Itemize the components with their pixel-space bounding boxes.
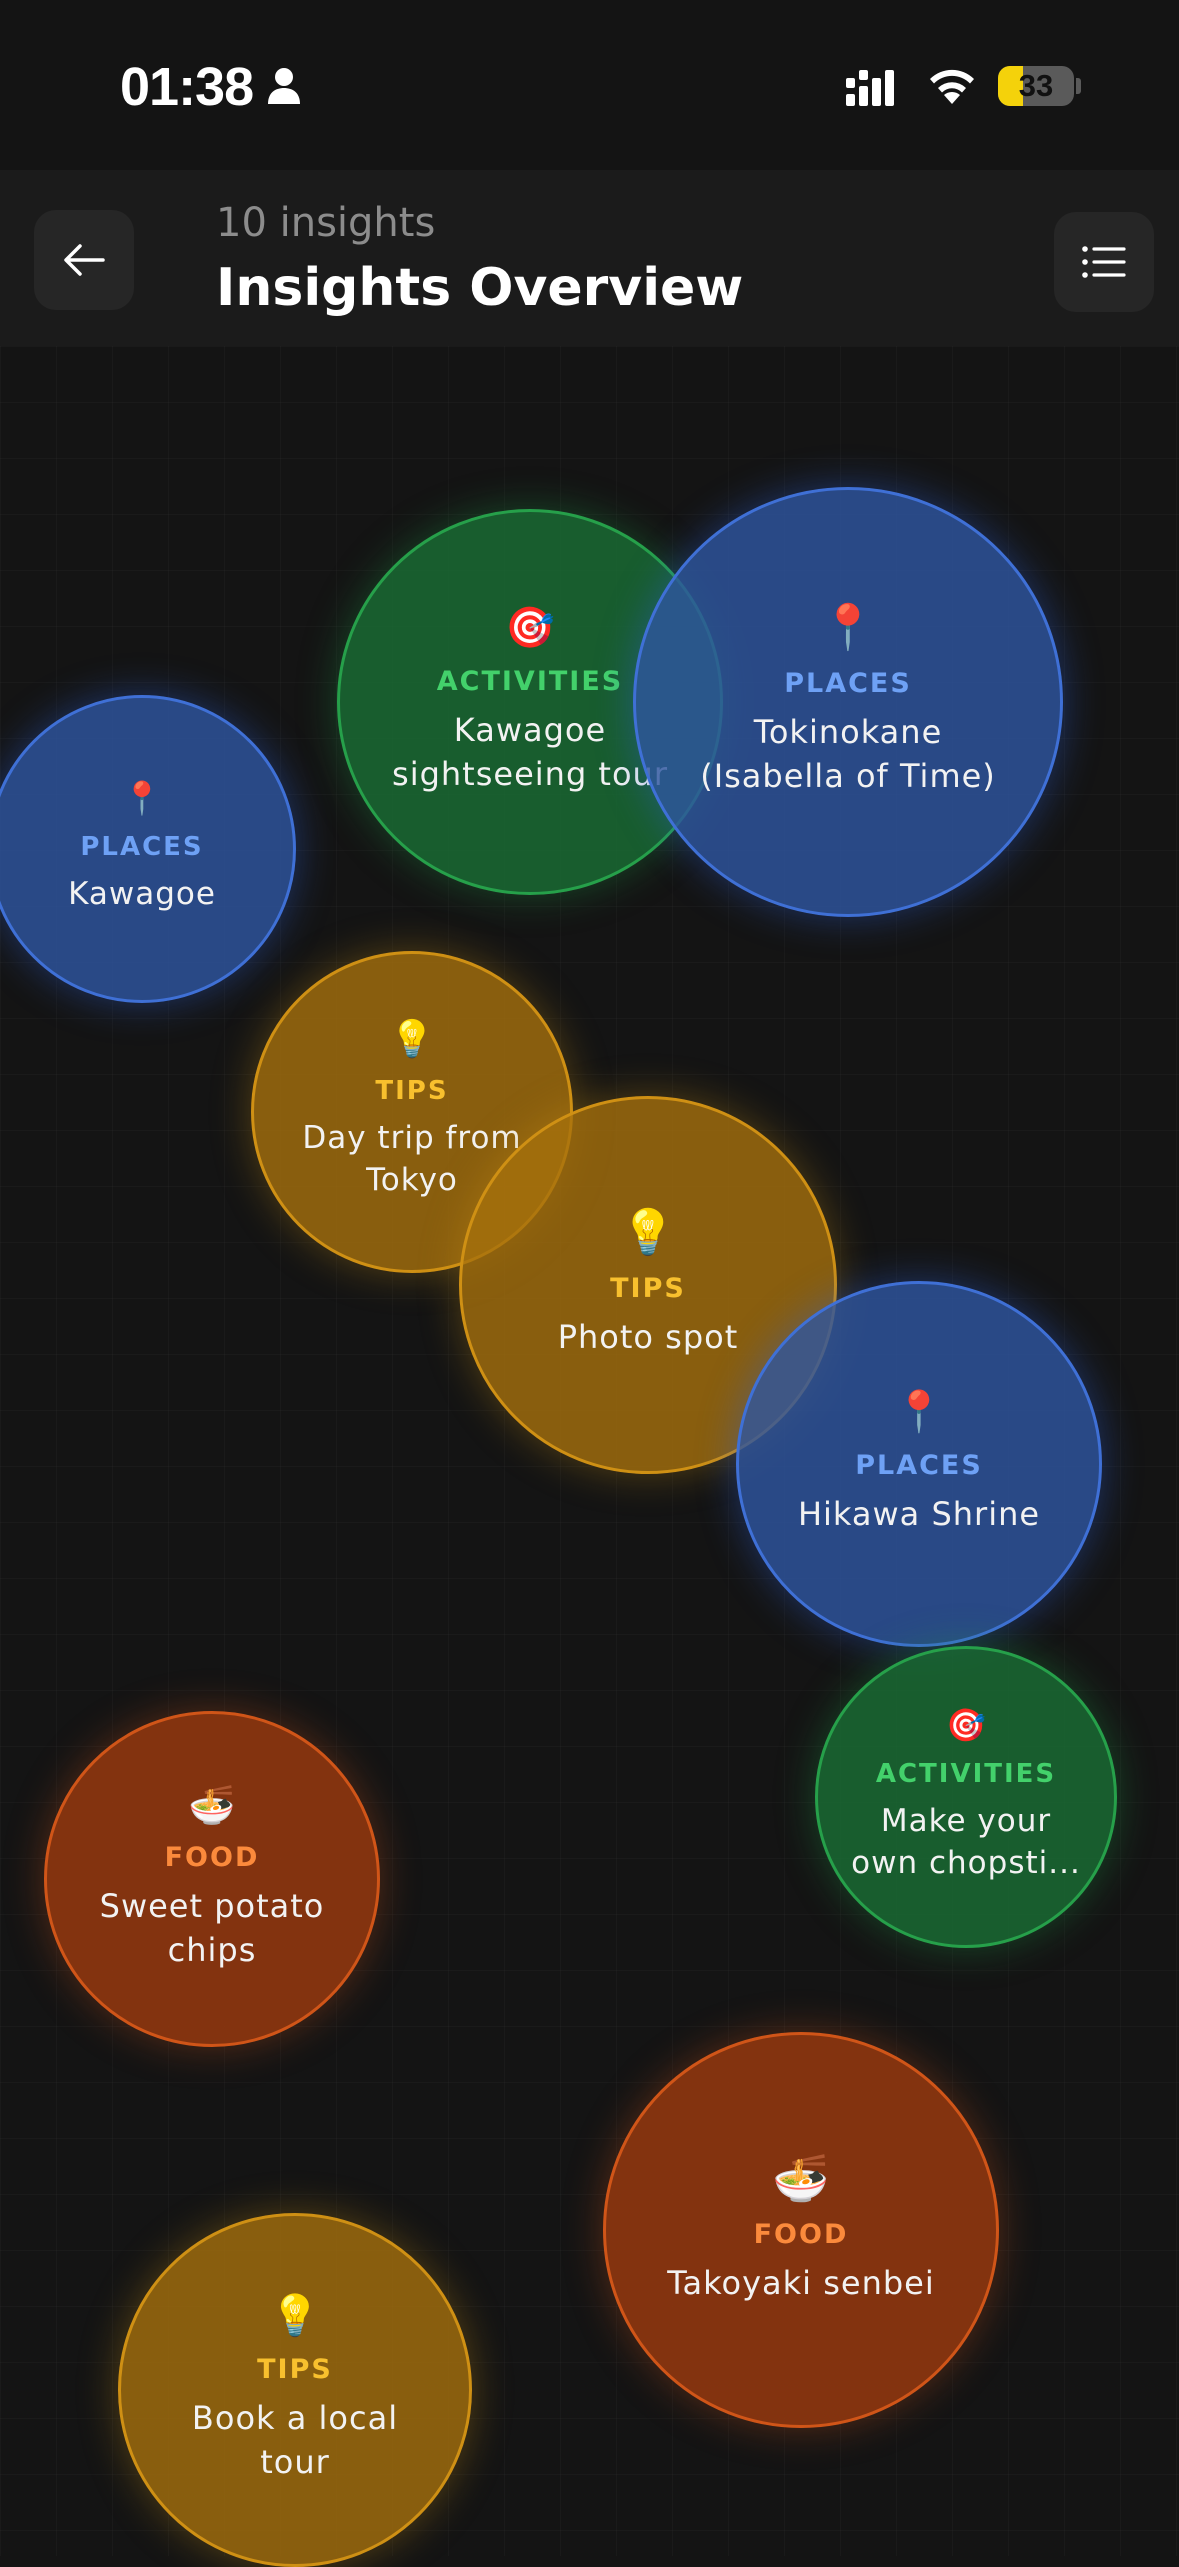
battery-indicator: 33 — [998, 66, 1074, 106]
lightbulb-icon: 💡 — [389, 1019, 435, 1061]
bubble-label: Photo spot — [557, 1317, 739, 1356]
pushpin-icon: 📍 — [122, 779, 162, 818]
bubble-label: Book a local tour — [191, 2399, 399, 2481]
bubble-category: TIPS — [375, 1076, 449, 1107]
person-icon — [268, 68, 300, 104]
insight-bubble-places[interactable]: 📍 PLACES Kawagoe — [0, 695, 296, 1003]
pushpin-icon: 📍 — [820, 602, 876, 654]
target-icon: 🎯 — [946, 1706, 986, 1745]
pushpin-icon: 📍 — [894, 1388, 944, 1435]
bubble-category: FOOD — [164, 1842, 260, 1874]
bubble-label: Takoyaki senbei — [667, 2263, 935, 2302]
lightbulb-icon: 💡 — [270, 2293, 320, 2340]
arrow-left-icon — [64, 244, 105, 276]
insight-bubble-food[interactable]: 🍜 FOOD Takoyaki senbei — [603, 2032, 999, 2428]
wifi-icon — [930, 69, 974, 104]
insight-bubble-places[interactable]: 📍 PLACES Tokinokane (Isabella of Time) — [633, 487, 1063, 917]
bubble-label: Kawagoe — [68, 876, 216, 913]
back-button[interactable] — [34, 210, 134, 310]
insight-count: 10 insights — [216, 200, 436, 246]
bubble-category: ACTIVITIES — [436, 666, 624, 698]
status-bar: 01:38 33 — [0, 0, 1179, 170]
bubble-label: Hikawa Shrine — [797, 1494, 1041, 1533]
insight-bubble-tips[interactable]: 💡 TIPS Book a local tour — [118, 2213, 472, 2567]
bubble-label: Tokinokane (Isabella of Time) — [700, 713, 996, 795]
list-view-button[interactable] — [1054, 212, 1154, 312]
insight-bubble-activities[interactable]: 🎯 ACTIVITIES Make your own chopsti... — [815, 1646, 1117, 1948]
bubble-category: ACTIVITIES — [875, 1759, 1057, 1790]
header: 10 insights Insights Overview — [0, 170, 1179, 346]
page-title: Insights Overview — [216, 258, 744, 318]
battery-cap — [1076, 78, 1081, 94]
noodle-bowl-icon: 🍜 — [188, 1783, 236, 1828]
bubble-label: Make your own chopsti... — [851, 1803, 1081, 1881]
signal-icon — [846, 70, 894, 106]
bubble-category: FOOD — [753, 2218, 849, 2250]
bubble-label: Kawagoe sightseeing tour — [392, 711, 668, 793]
bubble-category: TIPS — [610, 1272, 686, 1304]
list-icon — [1082, 246, 1126, 278]
lightbulb-icon: 💡 — [620, 1206, 676, 1258]
bubble-category: PLACES — [855, 1449, 983, 1481]
bubble-category: TIPS — [257, 2354, 333, 2386]
bubble-category: PLACES — [80, 832, 204, 863]
battery-percentage: 33 — [1018, 68, 1054, 103]
bubble-category: PLACES — [784, 668, 912, 700]
bubble-label: Sweet potato chips — [99, 1887, 325, 1969]
insight-bubble-places[interactable]: 📍 PLACES Hikawa Shrine — [736, 1281, 1102, 1647]
noodle-bowl-icon: 🍜 — [772, 2150, 830, 2205]
status-time: 01:38 — [120, 57, 254, 117]
target-icon: 🎯 — [505, 605, 555, 652]
insight-bubble-food[interactable]: 🍜 FOOD Sweet potato chips — [44, 1711, 380, 2047]
